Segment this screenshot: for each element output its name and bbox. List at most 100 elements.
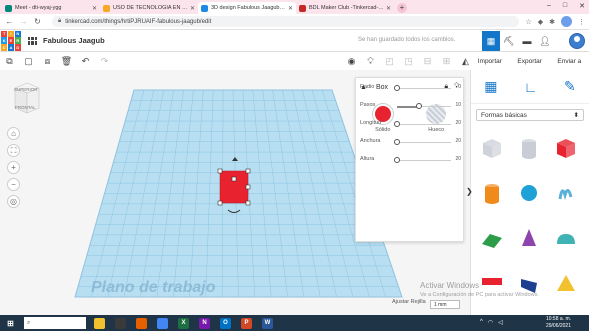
file-explorer-icon[interactable]	[94, 317, 105, 329]
prop-slider-track[interactable]	[397, 160, 451, 161]
panel-collapse-icon[interactable]: ❯	[466, 187, 473, 196]
outlook-icon[interactable]: O	[220, 317, 231, 329]
forward-icon[interactable]: →	[18, 17, 29, 26]
menu-icon[interactable]: ⋮	[578, 18, 585, 26]
light-icon[interactable]: 💡︎	[361, 53, 380, 69]
shape-cylinder-hole[interactable]	[517, 136, 541, 160]
prop-value[interactable]: 20	[455, 120, 461, 126]
align-icon[interactable]: ⊟	[418, 53, 437, 69]
taskbar-search[interactable]: ⌕	[24, 317, 86, 329]
invite-icon[interactable]: 👤︎	[536, 31, 554, 51]
duplicate-icon[interactable]: ⧈	[38, 53, 57, 69]
shape-box-hole[interactable]	[480, 136, 504, 160]
user-avatar[interactable]	[569, 33, 585, 49]
url-field[interactable]: 🔒︎ tinkercad.com/things/hrtiPJRUAIF-fabu…	[52, 16, 520, 27]
close-tab-icon[interactable]: ✕	[288, 5, 293, 12]
selected-box-shape[interactable]	[212, 155, 257, 217]
lift-arrow-icon[interactable]	[232, 157, 238, 161]
powerpoint-icon[interactable]: P	[241, 317, 252, 329]
design-title[interactable]: Fabulous Jaagub	[43, 36, 105, 45]
browser-tab[interactable]: Meet - dti-wyaj-ygg ✕	[2, 2, 100, 14]
shape-round-roof[interactable]	[554, 226, 578, 250]
zoom-in-icon[interactable]: +	[7, 161, 20, 174]
prop-value[interactable]: 10	[455, 102, 461, 108]
ungroup-icon[interactable]: ◳	[399, 53, 418, 69]
browser-tab[interactable]: USO DE TECNOLOGIA EN FAMI…✕	[100, 2, 198, 14]
back-icon[interactable]: ←	[4, 17, 15, 26]
3d-view-icon[interactable]: ▦	[482, 31, 500, 51]
shape-cylinder[interactable]	[480, 181, 504, 205]
firefox-icon[interactable]	[136, 317, 147, 329]
blocks-icon[interactable]: ⛏	[500, 31, 518, 51]
chrome-icon[interactable]	[157, 317, 168, 329]
maximize-button[interactable]: □	[563, 2, 567, 10]
tinkercad-logo[interactable]: TINKERCAD	[1, 30, 21, 51]
puzzle-icon[interactable]: ✱	[549, 18, 555, 26]
prop-value[interactable]: 0	[458, 84, 461, 90]
close-tab-icon[interactable]: ✕	[92, 5, 97, 12]
redo-icon[interactable]: ↷	[95, 53, 114, 69]
shape-scribble[interactable]	[554, 181, 578, 205]
close-tab-icon[interactable]: ✕	[190, 5, 195, 12]
ruler-tool-icon[interactable]: ∟	[524, 79, 538, 95]
taskbar-clock[interactable]: 10:58 a. m. 29/06/2021	[546, 316, 571, 330]
perspective-icon[interactable]: ◎	[7, 195, 20, 208]
volume-icon[interactable]: ◁	[498, 319, 503, 326]
browser-tab[interactable]: 3D design Fabulous Jaagub | Tin…✕	[198, 2, 296, 14]
shape-cone[interactable]	[517, 226, 541, 250]
group-icon[interactable]: ◰	[380, 53, 399, 69]
undo-icon[interactable]: ↶	[76, 53, 95, 69]
paste-icon[interactable]: ▢	[19, 53, 38, 69]
shape-box[interactable]	[554, 136, 578, 160]
align-objects-icon[interactable]: ⊞	[437, 53, 456, 69]
prop-value[interactable]: 20	[455, 138, 461, 144]
delete-icon[interactable]: 🗑︎	[57, 53, 76, 69]
tab-favicon	[299, 4, 306, 12]
shape-roof[interactable]	[480, 226, 504, 250]
fit-view-icon[interactable]: ⛶	[7, 144, 20, 157]
prop-slider-track[interactable]	[397, 88, 451, 89]
shape-category-select[interactable]: Formas básicas ⬍	[476, 109, 584, 121]
close-tab-icon[interactable]: ✕	[386, 5, 391, 12]
onenote-icon[interactable]: N	[199, 317, 210, 329]
prop-slider-track[interactable]	[397, 142, 451, 143]
prop-slider-track[interactable]	[397, 124, 451, 125]
copy-icon[interactable]: ⧉	[0, 53, 19, 69]
prop-value[interactable]: 20	[455, 156, 461, 162]
reload-icon[interactable]: ↻	[32, 17, 43, 26]
zoom-out-icon[interactable]: −	[7, 178, 20, 191]
shape-sphere[interactable]	[517, 181, 541, 205]
workplane-tool-icon[interactable]: ▦	[484, 78, 497, 95]
calculator-icon[interactable]	[115, 317, 126, 329]
profile-avatar[interactable]	[561, 16, 572, 27]
rotate-handle-icon[interactable]	[227, 209, 241, 213]
new-tab-button[interactable]: +	[397, 3, 407, 13]
prop-slider-knob[interactable]	[394, 85, 400, 91]
wifi-icon[interactable]: ◠	[488, 319, 493, 326]
viewcube-front-label[interactable]: FRONTAL	[15, 105, 36, 110]
windows-start-icon[interactable]: ⊞	[5, 318, 16, 329]
browser-tab[interactable]: BDL Maker Club -Tinkercad- Hu…✕	[296, 2, 394, 14]
prop-slider-knob[interactable]	[394, 157, 400, 163]
export-button[interactable]: Exportar	[517, 58, 542, 65]
prop-slider-knob[interactable]	[415, 103, 422, 109]
minimize-button[interactable]: –	[547, 2, 551, 10]
shape-pyramid[interactable]	[554, 271, 578, 295]
extension-icon[interactable]: ◆	[538, 18, 543, 26]
word-icon[interactable]: W	[262, 317, 273, 329]
chevron-up-icon[interactable]: ^	[480, 319, 483, 326]
import-button[interactable]: Importar	[478, 58, 502, 65]
home-icon[interactable]: ⌂	[7, 127, 20, 140]
close-window-button[interactable]: ✕	[579, 2, 585, 10]
note-icon[interactable]: ◉	[342, 53, 361, 69]
excel-icon[interactable]: X	[178, 317, 189, 329]
snap-grid-select[interactable]: 1 mm	[430, 300, 460, 309]
star-icon[interactable]: ☆	[525, 18, 531, 26]
prop-slider-knob[interactable]	[394, 139, 400, 145]
prop-slider-knob[interactable]	[394, 121, 400, 127]
viewcube-top-label[interactable]: SUPERIOR	[14, 87, 38, 92]
send-to-button[interactable]: Enviar a	[557, 58, 581, 65]
notes-tool-icon[interactable]: ✎	[564, 78, 576, 95]
dashboard-grid-icon[interactable]	[28, 36, 37, 45]
bricks-icon[interactable]: ▬	[518, 31, 536, 51]
